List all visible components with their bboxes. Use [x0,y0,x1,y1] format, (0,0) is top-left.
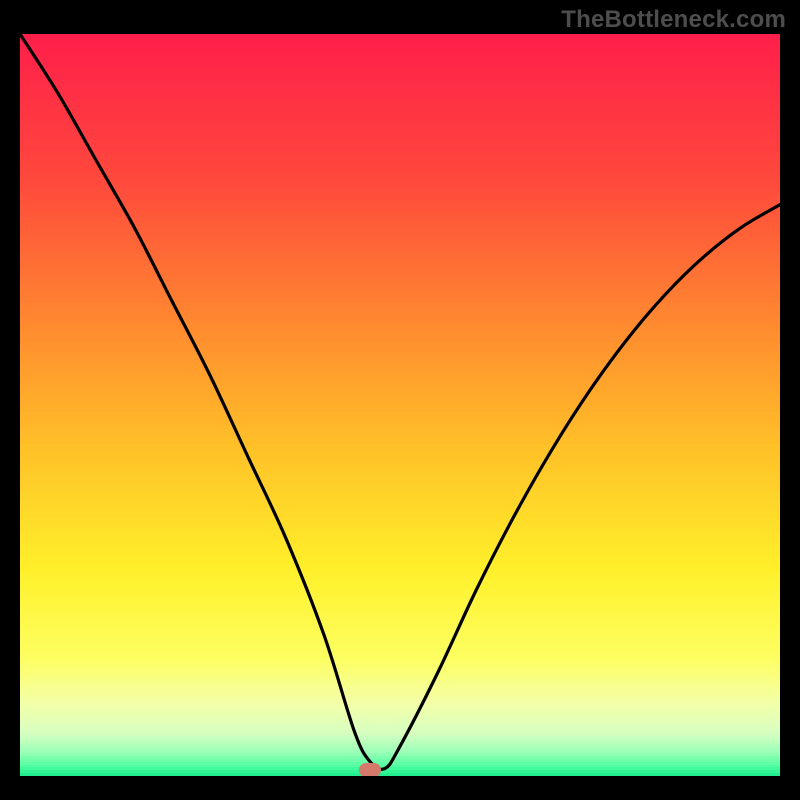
optimal-point-marker [359,763,381,776]
gradient-background [20,34,780,776]
plot-area [20,34,780,776]
watermark-text: TheBottleneck.com [561,6,786,34]
chart-frame: TheBottleneck.com [0,0,800,800]
